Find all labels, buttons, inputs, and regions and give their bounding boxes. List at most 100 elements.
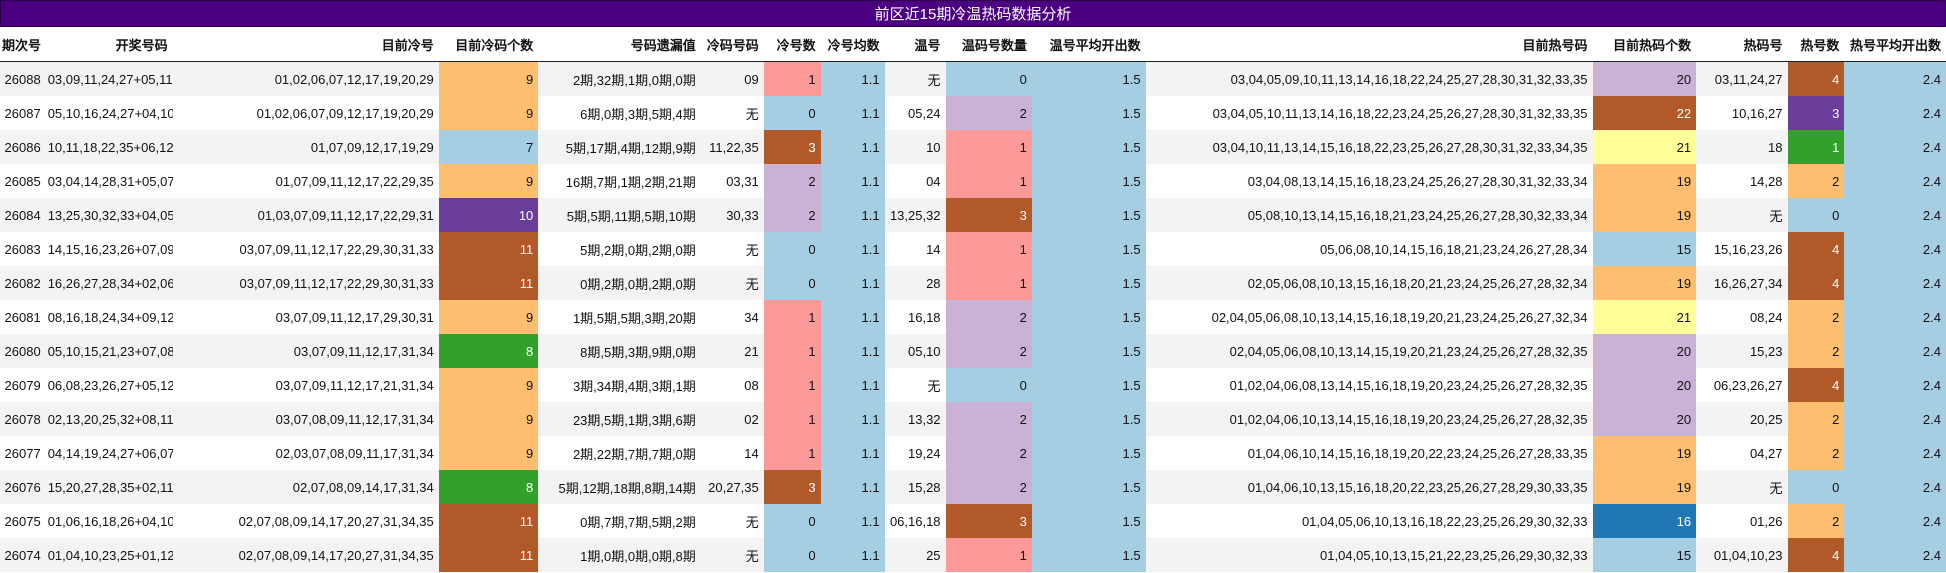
header-miss[interactable]: 号码遗漏值 <box>538 27 701 62</box>
header-cold-nums[interactable]: 目前冷号 <box>172 27 439 62</box>
cell-warm: 14 <box>884 232 946 266</box>
cell-warm: 10 <box>884 130 946 164</box>
cell-hot-hit: 04,27 <box>1696 436 1788 470</box>
cell-hot-hit-count: 0 <box>1787 198 1845 232</box>
cell-hot-count: 20 <box>1592 334 1697 368</box>
cell-hot-nums: 01,04,06,10,14,15,16,18,19,20,22,23,24,2… <box>1145 436 1593 470</box>
table-row[interactable]: 26082 16,26,27,28,34+02,06 03,07,09,11,12,… <box>0 266 1946 300</box>
cell-warm-count: 1 <box>945 232 1032 266</box>
cell-cold-avg: 1.1 <box>820 164 885 198</box>
header-warm-avg[interactable]: 温号平均开出数 <box>1031 27 1146 62</box>
header-cold-avg[interactable]: 冷号均数 <box>820 27 885 62</box>
cell-hot-avg: 2.4 <box>1844 61 1946 96</box>
cell-miss: 0期,7期,7期,5期,2期 <box>538 504 701 538</box>
cell-cold-hit-count: 2 <box>763 164 821 198</box>
header-draw[interactable]: 开奖号码 <box>45 27 173 62</box>
cell-cold-avg: 1.1 <box>820 436 885 470</box>
cell-cold-hit: 无 <box>700 504 764 538</box>
cell-period: 26076 <box>0 470 46 504</box>
table-row[interactable]: 26075 01,06,16,18,26+04,10 02,07,08,09,14,… <box>0 504 1946 538</box>
cell-warm-count: 1 <box>945 266 1032 300</box>
cell-cold-nums: 02,03,07,08,09,11,17,31,34 <box>172 436 439 470</box>
cell-warm-count: 2 <box>945 402 1032 436</box>
cell-miss: 5期,17期,4期,12期,9期 <box>538 130 701 164</box>
table-row[interactable]: 26076 15,20,27,28,35+02,11 02,07,08,09,14,… <box>0 470 1946 504</box>
cell-hot-count: 19 <box>1592 198 1697 232</box>
cell-draw: 04,14,19,24,27+06,07 <box>45 436 173 470</box>
cell-warm: 05,10 <box>884 334 946 368</box>
table-row[interactable]: 26085 03,04,14,28,31+05,07 01,07,09,11,12,… <box>0 164 1946 198</box>
cell-cold-count: 9 <box>438 368 539 402</box>
table-row[interactable]: 26088 03,09,11,24,27+05,11 01,02,06,07,12,… <box>0 61 1946 96</box>
cell-hot-hit-count: 4 <box>1787 538 1845 572</box>
cell-hot-hit: 无 <box>1696 198 1788 232</box>
cell-hot-avg: 2.4 <box>1844 402 1946 436</box>
cell-period: 26084 <box>0 198 46 232</box>
cell-warm-avg: 1.5 <box>1031 470 1146 504</box>
table-row[interactable]: 26074 01,04,10,23,25+01,12 02,07,08,09,14,… <box>0 538 1946 572</box>
cell-cold-hit: 03,31 <box>700 164 764 198</box>
cell-cold-nums: 01,02,06,07,12,17,19,20,29 <box>172 61 439 96</box>
cell-hot-avg: 2.4 <box>1844 266 1946 300</box>
header-hot-count[interactable]: 目前热码个数 <box>1592 27 1697 62</box>
table-row[interactable]: 26087 05,10,16,24,27+04,10 01,02,06,07,09,… <box>0 96 1946 130</box>
cell-miss: 1期,0期,0期,0期,8期 <box>538 538 701 572</box>
cell-cold-hit: 无 <box>700 538 764 572</box>
cell-warm: 06,16,18 <box>884 504 946 538</box>
cell-warm-count: 3 <box>945 198 1032 232</box>
cell-hot-count: 20 <box>1592 368 1697 402</box>
header-cold-hit[interactable]: 冷码号码 <box>700 27 764 62</box>
cell-hot-hit: 06,23,26,27 <box>1696 368 1788 402</box>
header-warm-count[interactable]: 温码号数量 <box>945 27 1032 62</box>
cell-hot-nums: 01,02,04,06,08,13,14,15,16,18,19,20,23,2… <box>1145 368 1593 402</box>
cell-cold-count: 9 <box>438 61 539 96</box>
table-row[interactable]: 26084 13,25,30,32,33+04,05 01,03,07,09,11,… <box>0 198 1946 232</box>
header-cold-count[interactable]: 目前冷码个数 <box>438 27 539 62</box>
cell-warm: 13,25,32 <box>884 198 946 232</box>
cell-period: 26080 <box>0 334 46 368</box>
cell-hot-count: 21 <box>1592 130 1697 164</box>
table-row[interactable]: 26080 05,10,15,21,23+07,08 03,07,09,11,12,… <box>0 334 1946 368</box>
cell-hot-hit-count: 3 <box>1787 96 1845 130</box>
table-row[interactable]: 26077 04,14,19,24,27+06,07 02,03,07,08,09,… <box>0 436 1946 470</box>
cell-miss: 8期,5期,3期,9期,0期 <box>538 334 701 368</box>
cell-cold-nums: 01,07,09,12,17,19,29 <box>172 130 439 164</box>
table-row[interactable]: 26078 02,13,20,25,32+08,11 03,07,08,09,11,… <box>0 402 1946 436</box>
cell-hot-avg: 2.4 <box>1844 436 1946 470</box>
cell-miss: 2期,22期,7期,7期,0期 <box>538 436 701 470</box>
cell-warm-avg: 1.5 <box>1031 266 1146 300</box>
cell-warm-avg: 1.5 <box>1031 198 1146 232</box>
table-row[interactable]: 26083 14,15,16,23,26+07,09 03,07,09,11,12,… <box>0 232 1946 266</box>
cell-miss: 1期,5期,5期,3期,20期 <box>538 300 701 334</box>
cell-hot-nums: 05,08,10,13,14,15,16,18,21,23,24,25,26,2… <box>1145 198 1593 232</box>
header-hot-nums[interactable]: 目前热号码 <box>1145 27 1593 62</box>
cell-warm-avg: 1.5 <box>1031 61 1146 96</box>
cell-hot-avg: 2.4 <box>1844 96 1946 130</box>
cell-hot-nums: 01,04,05,06,10,13,16,18,22,23,25,26,29,3… <box>1145 504 1593 538</box>
cell-cold-count: 9 <box>438 300 539 334</box>
cell-cold-avg: 1.1 <box>820 61 885 96</box>
header-cold-hit-count[interactable]: 冷号数 <box>763 27 821 62</box>
header-hot-hit[interactable]: 热码号 <box>1696 27 1788 62</box>
cell-cold-count: 9 <box>438 436 539 470</box>
cell-hot-hit: 无 <box>1696 470 1788 504</box>
header-hot-hit-count[interactable]: 热号数 <box>1787 27 1845 62</box>
cell-hot-avg: 2.4 <box>1844 470 1946 504</box>
header-period[interactable]: 期次号 <box>0 27 46 62</box>
table-row[interactable]: 26086 10,11,18,22,35+06,12 01,07,09,12,17,… <box>0 130 1946 164</box>
cell-period: 26087 <box>0 96 46 130</box>
cell-hot-avg: 2.4 <box>1844 164 1946 198</box>
header-warm[interactable]: 温号 <box>884 27 946 62</box>
cell-hot-nums: 02,04,05,06,08,10,13,14,15,19,20,21,23,2… <box>1145 334 1593 368</box>
header-hot-avg[interactable]: 热号平均开出数 <box>1844 27 1946 62</box>
cell-warm-count: 0 <box>945 61 1032 96</box>
table-row[interactable]: 26079 06,08,23,26,27+05,12 03,07,09,11,12,… <box>0 368 1946 402</box>
cell-hot-nums: 01,04,06,10,13,15,16,18,20,22,23,25,26,2… <box>1145 470 1593 504</box>
cell-hot-hit: 14,28 <box>1696 164 1788 198</box>
table-row[interactable]: 26081 08,16,18,24,34+09,12 03,07,09,11,12,… <box>0 300 1946 334</box>
cell-hot-hit-count: 2 <box>1787 300 1845 334</box>
cell-hot-nums: 03,04,05,09,10,11,13,14,16,18,22,24,25,2… <box>1145 61 1593 96</box>
cell-cold-hit: 无 <box>700 266 764 300</box>
cell-hot-count: 16 <box>1592 504 1697 538</box>
cell-hot-avg: 2.4 <box>1844 368 1946 402</box>
